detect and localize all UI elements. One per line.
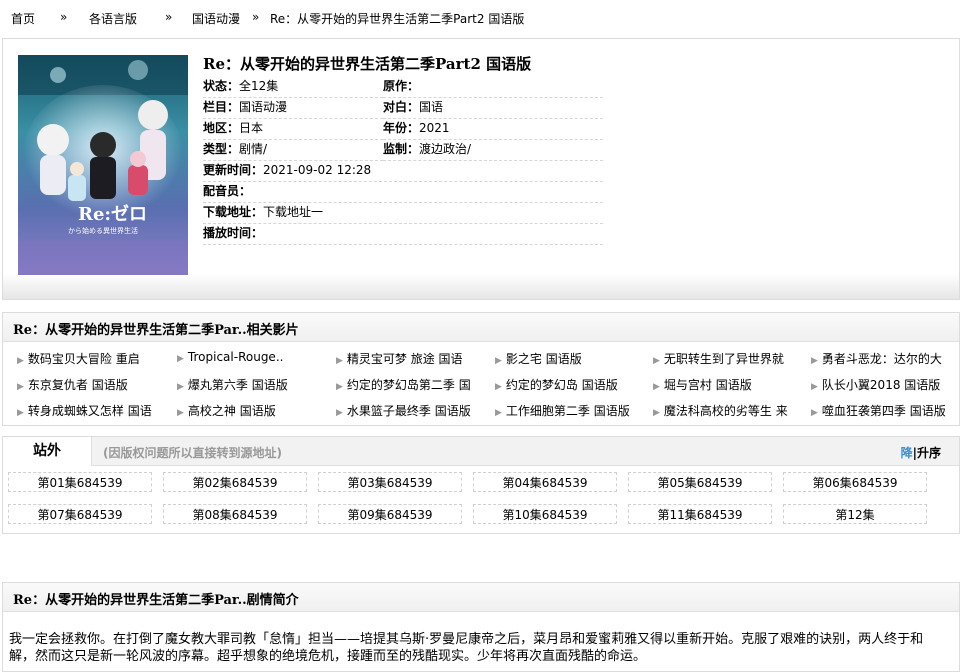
related-item[interactable]: ▶ 约定的梦幻岛第二季 国	[336, 376, 486, 396]
tab-external-source[interactable]: 站外	[3, 437, 92, 466]
episode-link[interactable]: 第07集684539	[8, 504, 152, 524]
source-note: (因版权问题所以直接转到源地址)	[103, 446, 282, 460]
breadcrumb-home[interactable]: 首页	[11, 10, 35, 27]
related-item[interactable]: ▶ 魔法科高校的劣等生 来	[653, 402, 803, 422]
plot-title: Re：从零开始的异世界生活第二季Par..剧情简介	[13, 593, 299, 608]
related-header: Re：从零开始的异世界生活第二季Par..相关影片	[3, 313, 959, 342]
episode-link[interactable]: 第03集684539	[318, 472, 462, 492]
related-title: Re：从零开始的异世界生活第二季Par..相关影片	[13, 323, 299, 338]
status-field: 状态：全12集	[203, 77, 383, 98]
page-title: Re：从零开始的异世界生活第二季Part2 国语版	[203, 55, 532, 73]
related-item[interactable]: ▶ 转身成蜘蛛又怎样 国语	[17, 402, 167, 422]
genre-field: 类型：剧情/	[203, 140, 383, 161]
related-item[interactable]: ▶ 约定的梦幻岛 国语版	[495, 376, 645, 396]
related-item[interactable]: ▶ 水果篮子最终季 国语版	[336, 402, 486, 422]
breadcrumb: 首页 » 各语言版 » 国语动漫 » Re：从零开始的异世界生活第二季Part2…	[0, 8, 963, 30]
episode-link[interactable]: 第12集	[783, 504, 927, 524]
dub-field: 对白：国语	[383, 98, 603, 119]
region-field: 地区：日本	[203, 119, 383, 140]
episode-link[interactable]: 第06集684539	[783, 472, 927, 492]
column-link[interactable]: 国语动漫	[239, 100, 287, 114]
poster-art: Re:ゼロ から始める異世界生活	[18, 55, 188, 275]
episode-link[interactable]: 第01集684539	[8, 472, 152, 492]
breadcrumb-current: Re：从零开始的异世界生活第二季Part2 国语版	[270, 12, 525, 26]
episode-link[interactable]: 第04集684539	[473, 472, 617, 492]
episode-link[interactable]: 第02集684539	[163, 472, 307, 492]
breadcrumb-separator: »	[165, 10, 173, 24]
plot-header: Re：从零开始的异世界生活第二季Par..剧情简介	[3, 583, 959, 612]
year-field: 年份：2021	[383, 119, 603, 140]
episode-link[interactable]: 第08集684539	[163, 504, 307, 524]
related-item[interactable]: ▶ Tropical-Rouge..	[177, 350, 327, 370]
poster-subtitle: から始める異世界生活	[68, 226, 138, 235]
download-link[interactable]: 下载地址一	[263, 205, 323, 219]
voice-field: 配音员：	[203, 182, 603, 203]
episode-link[interactable]: 第11集684539	[628, 504, 772, 524]
episode-link[interactable]: 第10集684539	[473, 504, 617, 524]
info-panel: Re:ゼロ から始める異世界生活 Re：从零开始的异世界生活第二季Part2 国…	[2, 38, 960, 300]
column-field: 栏目：国语动漫	[203, 98, 383, 119]
related-item[interactable]: ▶ 数码宝贝大冒险 重启	[17, 350, 167, 370]
plot-panel: Re：从零开始的异世界生活第二季Par..剧情简介 我一定会拯救你。在打倒了魔女…	[2, 582, 960, 672]
airtime-field: 播放时间：	[203, 224, 603, 245]
breadcrumb-language[interactable]: 各语言版	[89, 10, 137, 27]
poster-logo: Re:ゼロ	[78, 203, 147, 225]
related-item[interactable]: ▶ 精灵宝可梦 旅途 国语	[336, 350, 486, 370]
related-item[interactable]: ▶ 高校之神 国语版	[177, 402, 327, 422]
updated-field: 更新时间：2021-09-02 12:28	[203, 161, 603, 182]
related-item[interactable]: ▶ 东京复仇者 国语版	[17, 376, 167, 396]
sort-controls: 降|升序	[900, 446, 941, 460]
poster-image[interactable]: Re:ゼロ から始める異世界生活	[18, 55, 188, 275]
related-item[interactable]: ▶ 爆丸第六季 国语版	[177, 376, 327, 396]
related-item[interactable]: ▶ 无职转生到了异世界就	[653, 350, 803, 370]
episode-link[interactable]: 第09集684539	[318, 504, 462, 524]
breadcrumb-separator: »	[252, 10, 260, 24]
author-field: 原作：	[383, 77, 603, 98]
plot-text: 我一定会拯救你。在打倒了魔女教大罪司教「怠惰」担当——培提其乌斯·罗曼尼康帝之后…	[9, 632, 924, 664]
sort-desc-button[interactable]: 降	[901, 446, 913, 460]
episode-link[interactable]: 第05集684539	[628, 472, 772, 492]
related-item[interactable]: ▶ 工作细胞第二季 国语版	[495, 402, 645, 422]
episode-source-panel: 站外 (因版权问题所以直接转到源地址) 降|升序 第01集684539 第02集…	[2, 436, 960, 534]
related-item[interactable]: ▶ 勇者斗恶龙：达尔的大	[811, 350, 957, 370]
related-panel: Re：从零开始的异世界生活第二季Par..相关影片 ▶ 数码宝贝大冒险 重启 ▶ T…	[2, 312, 960, 426]
breadcrumb-category[interactable]: 国语动漫	[192, 10, 240, 27]
related-item[interactable]: ▶ 堀与宫村 国语版	[653, 376, 803, 396]
sort-asc-button[interactable]: 升序	[917, 446, 941, 460]
download-field: 下载地址：下载地址一	[203, 203, 603, 224]
related-item[interactable]: ▶ 噬血狂袭第四季 国语版	[811, 402, 957, 422]
source-header: 站外 (因版权问题所以直接转到源地址) 降|升序	[3, 437, 959, 466]
breadcrumb-separator: »	[60, 10, 68, 24]
director-field: 监制：渡边政治/	[383, 140, 603, 161]
related-item[interactable]: ▶ 队长小翼2018 国语版	[811, 376, 957, 396]
related-item[interactable]: ▶ 影之宅 国语版	[495, 350, 645, 370]
